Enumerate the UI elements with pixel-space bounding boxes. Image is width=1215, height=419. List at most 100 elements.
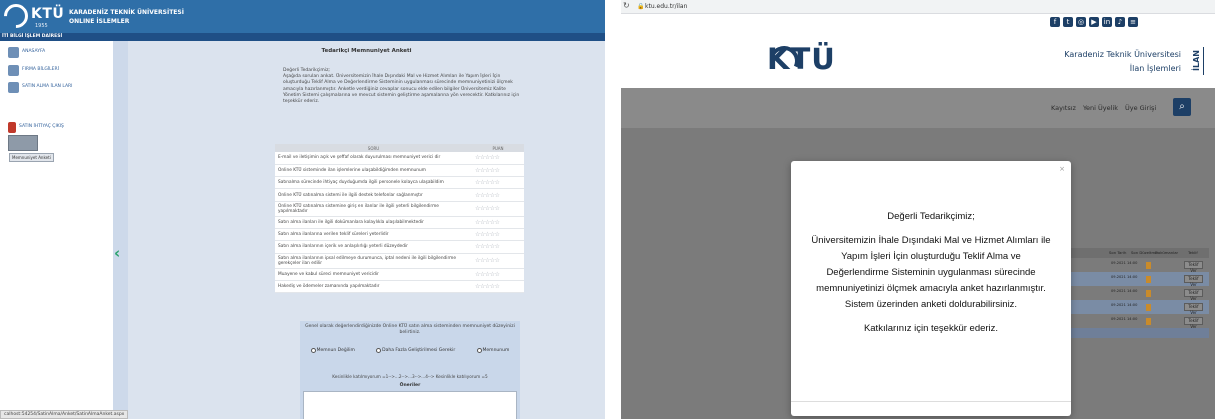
grid-date: 09.2021 14:00: [1111, 275, 1138, 279]
option-satisfied[interactable]: Memnunum: [476, 348, 509, 353]
sidebar-item-logout[interactable]: SATIN İHTİYAÇ ÇIKIŞ: [8, 122, 64, 133]
table-row: Muayene ve kabul süreci memnuniyet veric…: [275, 268, 524, 281]
radio-button[interactable]: [376, 348, 382, 353]
question-text: Satın alma ilanlarına verilen teklif sür…: [275, 228, 472, 242]
star-rating[interactable]: ☆☆☆☆☆: [472, 201, 524, 217]
grid-date: 09.2021 14:00: [1111, 317, 1138, 321]
modal-greeting: Değerli Tedarikçimiz;: [887, 211, 975, 222]
star-rating[interactable]: ☆☆☆☆☆: [472, 253, 524, 269]
address-bar: ↻ 🔒 ktu.edu.tr/ilan: [621, 0, 1215, 14]
star-rating[interactable]: ☆☆☆☆☆: [472, 240, 524, 254]
home-icon: [8, 47, 19, 58]
satisfaction-options: Memnun Değilim Daha Fazla Geliştirilmesi…: [300, 348, 520, 353]
question-text: Muayene ve kabul süreci memnuniyet veric…: [275, 268, 472, 281]
option-needs-improvement[interactable]: Daha Fazla Geliştirilmesi Gerekir: [376, 348, 455, 353]
ktu-logo-year: 1955: [35, 23, 48, 29]
star-rating[interactable]: ☆☆☆☆☆: [472, 176, 524, 190]
ktu-logo-text: KTÜ: [767, 42, 836, 76]
offer-button[interactable]: Teklif Ver: [1184, 275, 1203, 287]
url-text[interactable]: ktu.edu.tr/ilan: [645, 3, 687, 10]
suggestions-textarea[interactable]: [303, 391, 517, 419]
offer-button[interactable]: Teklif Ver: [1184, 261, 1203, 273]
site-header: KTÜ 1955 KARADENİZ TEKNİK ÜNİVERSİTESİ O…: [0, 0, 605, 33]
star-rating[interactable]: ☆☆☆☆☆: [472, 268, 524, 281]
question-text: Online KTÜ satınalma sistemi ile ilgili …: [275, 188, 472, 202]
offer-button[interactable]: Teklif Ver: [1184, 289, 1203, 301]
university-name-line2: ONLINE İSLEMLER: [69, 18, 130, 25]
modal-backdrop[interactable]: Kayıtsız Yeni Üyelik Üye Girişi ⌕ Son Ta…: [621, 88, 1215, 419]
general-question: Genel olarak değerlendirdiğinizde Online…: [305, 324, 515, 335]
table-row: Satın alma ilanları ile ilgili dokümanla…: [275, 216, 524, 229]
table-row: Satın alma ilanlarının içerik ve anlaşıl…: [275, 240, 524, 254]
search-icon[interactable]: ⌕: [1173, 98, 1191, 116]
twitter-icon[interactable]: t: [1063, 17, 1073, 27]
star-rating[interactable]: ☆☆☆☆☆: [472, 216, 524, 229]
question-text: Hakediş ve ödemeler zamanında yapılmakta…: [275, 280, 472, 294]
grid-header-cell: Dokümanlar: [1155, 250, 1179, 255]
star-rating[interactable]: ☆☆☆☆☆: [472, 164, 524, 178]
menu-icon[interactable]: ≡: [1128, 17, 1138, 27]
document-icon[interactable]: [1146, 318, 1151, 325]
star-rating[interactable]: ☆☆☆☆☆: [472, 188, 524, 202]
users-icon: [8, 65, 19, 76]
sidebar-item-label: SATIN ALMA İLAN LARI: [22, 84, 73, 89]
star-rating[interactable]: ☆☆☆☆☆: [472, 152, 524, 165]
question-text: E-mail ve iletişimin açık ve şeffaf olar…: [275, 152, 472, 165]
tooltip: Memnuniyet Anketi: [9, 153, 54, 162]
star-rating[interactable]: ☆☆☆☆☆: [472, 280, 524, 294]
table-row: Satın alma ilanlarına verilen teklif sür…: [275, 228, 524, 242]
survey-content: Tedarikçi Memnuniyet Anketi Değerli Teda…: [128, 41, 605, 419]
ktu-logo-mark: [0, 0, 33, 33]
radio-button[interactable]: [310, 348, 316, 353]
instagram-icon[interactable]: ◎: [1076, 17, 1086, 27]
grid-date: 09.2021 14:00: [1111, 261, 1138, 265]
sidebar-item-purchase-ads[interactable]: SATIN ALMA İLAN LARI: [8, 82, 72, 93]
linkedin-icon[interactable]: in: [1102, 17, 1112, 27]
star-rating[interactable]: ☆☆☆☆☆: [472, 228, 524, 242]
survey-title: Tedarikçi Memnuniyet Anketi: [321, 48, 412, 54]
university-name: Karadeniz Teknik Üniversitesi İlan İşlem…: [1064, 48, 1181, 76]
youtube-icon[interactable]: ▶: [1089, 17, 1099, 27]
document-icon[interactable]: [1146, 262, 1151, 269]
close-icon[interactable]: ×: [1059, 165, 1065, 173]
survey-intro-text: Aşağıda sorulan ankat. Üniversitemizin İ…: [283, 74, 520, 105]
nav-link-unregistered[interactable]: Kayıtsız: [1051, 104, 1076, 112]
grid-header-cell: Son Düzeltme: [1131, 250, 1158, 255]
column-header-question: SORU: [275, 144, 472, 152]
nav-link-login[interactable]: Üye Girişi: [1125, 104, 1156, 112]
navbar: Kayıtsız Yeni Üyelik Üye Girişi ⌕: [621, 88, 1215, 128]
university-name-line1: Karadeniz Teknik Üniversitesi: [1064, 50, 1181, 59]
general-satisfaction-box: Genel olarak değerlendirdiğinizde Online…: [300, 321, 520, 419]
modal-thanks: Katkılarınız için teşekkür ederiz.: [863, 323, 999, 334]
question-text: Online KTÜ satınalma sistemine giriş en …: [275, 201, 472, 217]
option-not-satisfied[interactable]: Memnun Değilim: [310, 348, 355, 353]
reload-icon[interactable]: ↻: [623, 1, 630, 10]
sidebar-item-label: ANASAYFA: [22, 49, 46, 54]
modal-body: Değerli Tedarikçimiz; Üniversitemizin İh…: [811, 209, 1051, 345]
chevron-left-icon[interactable]: ‹: [114, 244, 120, 262]
survey-table: SORU PUAN E-mail ve iletişimin açık ve ş…: [275, 144, 524, 294]
option-label: Memnun Değilim: [316, 348, 355, 353]
facebook-icon[interactable]: f: [1050, 17, 1060, 27]
document-icon[interactable]: [1146, 276, 1151, 283]
microphone-icon[interactable]: ♪: [1115, 17, 1125, 27]
grid-header-cell: Teklif: [1188, 250, 1198, 255]
sidebar-item-survey-selected[interactable]: [8, 135, 38, 151]
lock-icon[interactable]: 🔒: [637, 3, 644, 10]
offer-button[interactable]: Teklif Ver: [1184, 317, 1203, 329]
sidebar-item-company[interactable]: FIRMA BİLGİLERİ: [8, 65, 59, 76]
document-icon[interactable]: [1146, 290, 1151, 297]
ilan-label: İLAN: [1192, 47, 1204, 75]
sidebar-item-home[interactable]: ANASAYFA: [8, 47, 45, 58]
sidebar: ANASAYFA FIRMA BİLGİLERİ SATIN ALMA İLAN…: [0, 41, 113, 419]
document-icon[interactable]: [1146, 304, 1151, 311]
nav-link-new-membership[interactable]: Yeni Üyelik: [1083, 104, 1118, 112]
radio-button[interactable]: [476, 348, 482, 353]
users-icon: [8, 82, 19, 93]
option-label: Daha Fazla Geliştirilmesi Gerekir: [382, 348, 456, 353]
university-name-line1: KARADENİZ TEKNİK ÜNİVERSİTESİ: [69, 9, 184, 16]
offer-button[interactable]: Teklif Ver: [1184, 303, 1203, 315]
survey-intro: Değerli Tedarikçimiz; Aşağıda sorulan an…: [283, 68, 523, 105]
table-row: Online KTÜ satınalma sistemine giriş en …: [275, 201, 524, 217]
ktu-logo-text: KTÜ: [31, 6, 65, 22]
